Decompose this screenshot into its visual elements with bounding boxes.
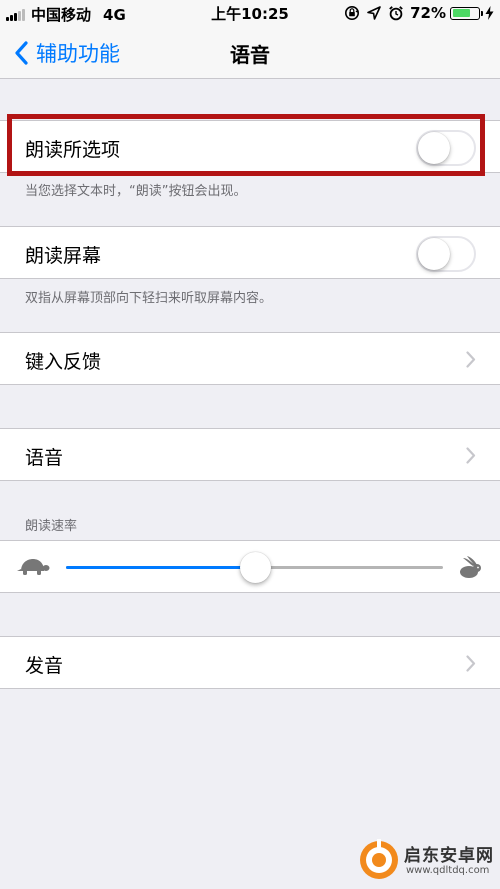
toggle-knob bbox=[418, 238, 450, 270]
speaking-rate-slider[interactable] bbox=[66, 552, 443, 583]
toggle-knob bbox=[418, 132, 450, 164]
speak-selection-toggle[interactable] bbox=[416, 130, 476, 166]
typing-feedback-row[interactable]: 键入反馈 bbox=[0, 332, 500, 385]
battery-fill bbox=[452, 9, 470, 17]
speak-selection-row: 朗读所选项 bbox=[0, 120, 500, 173]
typing-feedback-label: 键入反馈 bbox=[25, 351, 102, 373]
slider-thumb[interactable] bbox=[239, 552, 271, 583]
location-icon bbox=[367, 6, 381, 20]
turtle-icon bbox=[17, 559, 50, 575]
pronunciations-row[interactable]: 发音 bbox=[0, 636, 500, 689]
status-bar: 中国移动 4G 上午10:25 72% bbox=[0, 0, 500, 26]
battery-percent: 72% bbox=[410, 4, 446, 22]
watermark-name: 启东安卓网 bbox=[404, 846, 494, 866]
chevron-right-icon bbox=[466, 447, 476, 464]
speak-selection-label: 朗读所选项 bbox=[25, 139, 121, 161]
voices-label: 语音 bbox=[25, 447, 64, 469]
watermark-url: www.qdltdq.com bbox=[406, 865, 490, 876]
navigation-bar: 辅助功能 语音 bbox=[0, 26, 500, 79]
rabbit-icon bbox=[460, 556, 481, 578]
rotation-lock-icon bbox=[345, 6, 360, 20]
speaking-rate-header: 朗读速率 bbox=[25, 519, 78, 534]
speak-screen-toggle[interactable] bbox=[416, 236, 476, 272]
chevron-right-icon bbox=[466, 351, 476, 368]
chevron-right-icon bbox=[466, 655, 476, 672]
voices-row[interactable]: 语音 bbox=[0, 428, 500, 481]
watermark: 启东安卓网 www.qdltdq.com bbox=[358, 837, 494, 885]
speak-screen-label: 朗读屏幕 bbox=[25, 245, 102, 267]
screen: 中国移动 4G 上午10:25 72% 辅助功能 语音 朗读所选项 当您选择文本… bbox=[0, 0, 500, 889]
slider-fill bbox=[66, 566, 255, 569]
speak-selection-footer: 当您选择文本时，“朗读”按钮会出现。 bbox=[25, 184, 247, 199]
alarm-icon bbox=[389, 6, 403, 21]
pronunciations-label: 发音 bbox=[25, 655, 64, 677]
battery-icon bbox=[450, 6, 483, 20]
speaking-rate-row bbox=[0, 540, 500, 593]
speak-screen-footer: 双指从屏幕顶部向下轻扫来听取屏幕内容。 bbox=[25, 291, 273, 306]
watermark-logo-icon bbox=[360, 839, 398, 879]
charging-bolt-icon bbox=[485, 6, 494, 20]
speak-screen-row: 朗读屏幕 bbox=[0, 226, 500, 279]
status-right: 72% bbox=[344, 4, 494, 22]
page-title: 语音 bbox=[230, 43, 270, 67]
